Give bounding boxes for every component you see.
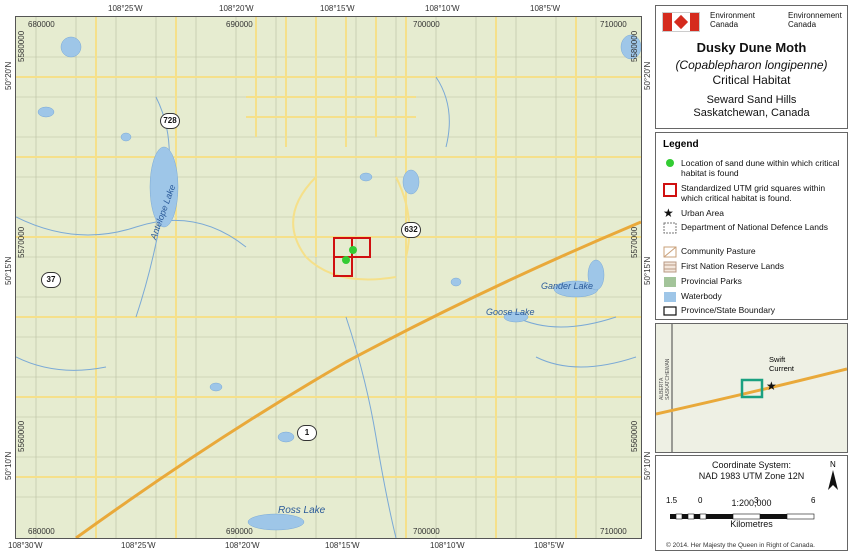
scale-panel: Coordinate System: NAD 1983 UTM Zone 12N… (655, 455, 848, 551)
waterbody-icon (663, 291, 677, 303)
org-name-french: Environnement Canada (788, 11, 842, 29)
easting-label: 690000 (226, 20, 253, 29)
goose-lake-label: Goose Lake (486, 307, 535, 317)
red-square-icon (663, 183, 677, 197)
boundary-icon (663, 305, 677, 317)
northing-label: 5570000 (17, 226, 26, 258)
longitude-label: 108°25'W (121, 541, 156, 550)
latitude-label: 50°20'N (643, 61, 652, 90)
coord-system-label: Coordinate System: (711, 460, 792, 470)
star-icon: ★ (663, 206, 674, 220)
easting-label: 690000 (226, 527, 253, 536)
longitude-label: 108°20'W (219, 4, 254, 13)
latitude-label: 50°10'N (643, 451, 652, 480)
easting-label: 710000 (600, 20, 627, 29)
longitude-label: 108°5'W (530, 4, 561, 13)
sand-dune-locations (342, 246, 357, 264)
green-dot-icon (663, 158, 677, 170)
highway-1-shield: 1 (297, 425, 317, 441)
northing-label: 5580000 (630, 30, 639, 62)
scale-tick: 6 (811, 496, 816, 505)
easting-label: 710000 (600, 527, 627, 536)
longitude-label: 108°5'W (534, 541, 565, 550)
north-arrow-icon (828, 470, 838, 495)
latitude-label: 50°15'N (643, 256, 652, 285)
inset-city-label: Swift Current (769, 355, 795, 373)
latitude-label: 50°10'N (4, 451, 13, 480)
map-subtitle: Critical Habitat (712, 73, 791, 87)
scale-tick: 1.5 (666, 496, 678, 505)
reserve-lands-icon (663, 261, 677, 273)
latitude-label: 50°15'N (4, 256, 13, 285)
dnd-lands-icon (663, 222, 677, 234)
highway-728-shield: 728 (160, 113, 180, 129)
place-name: Seward Sand Hills (706, 94, 797, 106)
map-canvas (16, 17, 641, 538)
longitude-label: 108°10'W (430, 541, 465, 550)
scale-ratio: 1:200,000 (731, 498, 772, 508)
legend-title: Legend (663, 139, 699, 150)
ross-lake-label: Ross Lake (278, 505, 326, 516)
easting-label: 680000 (28, 20, 55, 29)
northing-label: 5570000 (630, 226, 639, 258)
north-arrow-label: N (830, 460, 836, 469)
easting-label: 700000 (413, 527, 440, 536)
provincial-park-icon (663, 276, 677, 288)
longitude-label: 108°25'W (108, 4, 143, 13)
northing-label: 5560000 (17, 420, 26, 452)
longitude-label: 108°20'W (225, 541, 260, 550)
scale-tick: 3 (754, 496, 759, 505)
inset-map[interactable]: ★ Swift Current ALBERTA SASKATCHEWAN (655, 323, 848, 453)
creeks (16, 76, 637, 538)
main-map[interactable]: 728 632 37 1 Antelope Lake Gander Lake G… (15, 16, 642, 539)
latitude-label: 50°20'N (4, 61, 13, 90)
roads (16, 17, 641, 538)
title-panel: Environment Canada Environnement Canada … (655, 5, 848, 129)
inset-canvas: ★ (655, 324, 848, 452)
longitude-label: 108°30'W (8, 541, 43, 550)
northing-label: 5580000 (17, 30, 26, 62)
svg-text:★: ★ (766, 379, 777, 393)
canada-flag-icon (662, 12, 700, 32)
section-grid (16, 17, 641, 538)
inset-province-labels: ALBERTA SASKATCHEWAN (659, 358, 671, 400)
org-name-english: Environment Canada (710, 11, 755, 29)
easting-label: 700000 (413, 20, 440, 29)
coord-system-value: NAD 1983 UTM Zone 12N (698, 471, 805, 481)
species-title: Dusky Dune Moth (696, 40, 807, 55)
gander-lake-label: Gander Lake (541, 281, 594, 291)
critical-habitat-squares (333, 237, 371, 277)
longitude-label: 108°15'W (325, 541, 360, 550)
copyright-text: © 2014. Her Majesty the Queen in Right o… (666, 542, 815, 549)
longitude-label: 108°10'W (425, 4, 460, 13)
highway-632-shield: 632 (401, 222, 421, 238)
map-document: 728 632 37 1 Antelope Lake Gander Lake G… (0, 0, 850, 553)
legend-panel: Legend Location of sand dune within whic… (655, 132, 848, 320)
community-pasture-icon (663, 246, 677, 258)
easting-label: 680000 (28, 527, 55, 536)
scale-tick: 0 (698, 496, 703, 505)
highway-37-shield: 37 (41, 272, 61, 288)
latin-name: (Copablepharon longipenne) (675, 58, 828, 72)
longitude-label: 108°15'W (320, 4, 355, 13)
scale-unit: Kilometres (730, 519, 773, 529)
province-country: Saskatchewan, Canada (693, 107, 810, 119)
northing-label: 5560000 (630, 420, 639, 452)
